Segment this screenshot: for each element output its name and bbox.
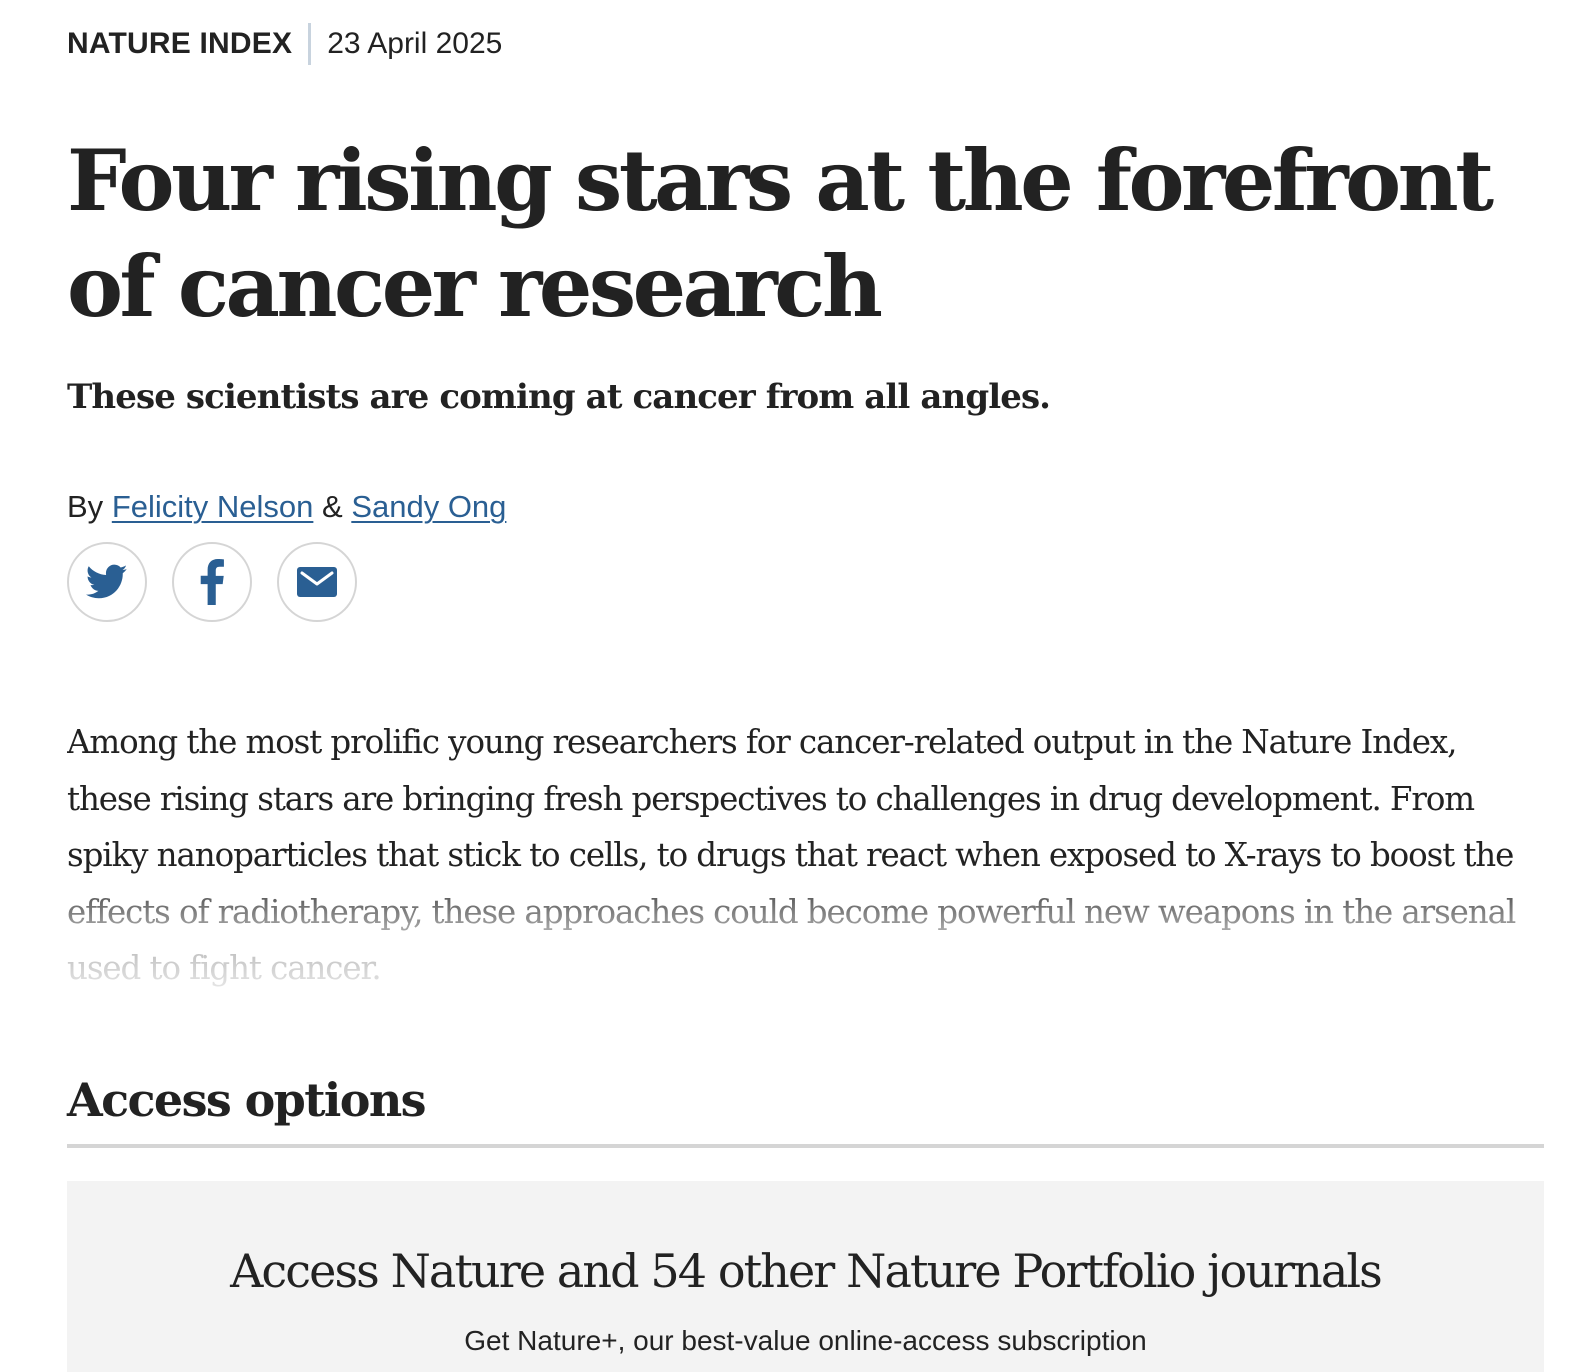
- share-twitter-button[interactable]: [67, 542, 147, 622]
- share-facebook-button[interactable]: [172, 542, 252, 622]
- byline-separator: &: [322, 489, 343, 524]
- access-options-heading: Access options: [67, 1073, 427, 1127]
- twitter-icon: [86, 564, 128, 599]
- subscription-subtitle: Get Nature+, our best-value online-acces…: [464, 1325, 1147, 1356]
- access-divider: [67, 1144, 1544, 1148]
- share-email-button[interactable]: [277, 542, 357, 622]
- author-link-sandy-ong[interactable]: Sandy Ong: [351, 489, 506, 524]
- article-body-preview: Among the most prolific young researcher…: [67, 723, 1516, 987]
- subscription-title: Access Nature and 54 other Nature Portfo…: [230, 1244, 1383, 1298]
- byline-prefix: By: [67, 489, 104, 524]
- facebook-icon: [200, 559, 224, 605]
- subscription-panel: Access Nature and 54 other Nature Portfo…: [67, 1181, 1544, 1372]
- article-title: Four rising stars at the forefront of ca…: [67, 131, 1494, 336]
- article-standfirst: These scientists are coming at cancer fr…: [67, 377, 1051, 417]
- article-page: NATURE INDEX 23 April 2025 Four rising s…: [0, 0, 1596, 1372]
- email-icon: [297, 567, 337, 597]
- article-meta: NATURE INDEX 23 April 2025: [67, 22, 502, 66]
- section-label[interactable]: NATURE INDEX: [67, 22, 292, 66]
- byline: By Felicity Nelson & Sandy Ong: [67, 486, 506, 528]
- share-buttons: [67, 542, 357, 622]
- author-link-felicity-nelson[interactable]: Felicity Nelson: [112, 489, 314, 524]
- publish-date: 23 April 2025: [327, 27, 503, 60]
- meta-divider: [308, 23, 312, 65]
